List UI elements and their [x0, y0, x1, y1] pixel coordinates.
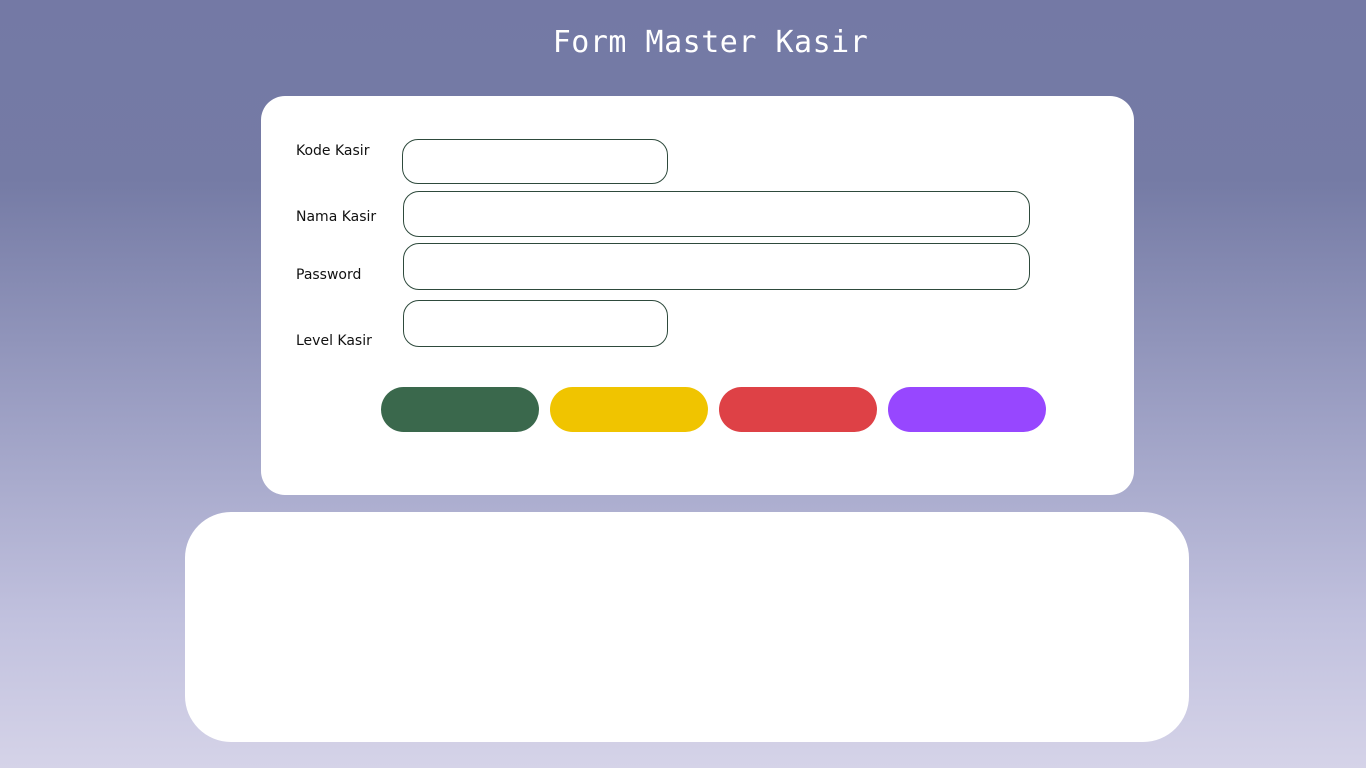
- reset-button[interactable]: [888, 387, 1046, 432]
- kode-kasir-input[interactable]: [402, 139, 668, 184]
- nama-kasir-label: Nama Kasir: [296, 209, 377, 225]
- delete-button[interactable]: [719, 387, 877, 432]
- page-title: Form Master Kasir: [552, 25, 869, 60]
- kode-kasir-label: Kode Kasir: [296, 143, 370, 159]
- form-card: Kode Kasir Nama Kasir Password Level Kas…: [261, 96, 1134, 495]
- data-table-panel: [185, 512, 1189, 742]
- password-label: Password: [296, 267, 362, 283]
- nama-kasir-input[interactable]: [403, 191, 1030, 237]
- edit-button[interactable]: [550, 387, 708, 432]
- level-kasir-input[interactable]: [403, 300, 668, 347]
- password-input[interactable]: [403, 243, 1030, 290]
- level-kasir-label: Level Kasir: [296, 333, 372, 349]
- save-button[interactable]: [381, 387, 539, 432]
